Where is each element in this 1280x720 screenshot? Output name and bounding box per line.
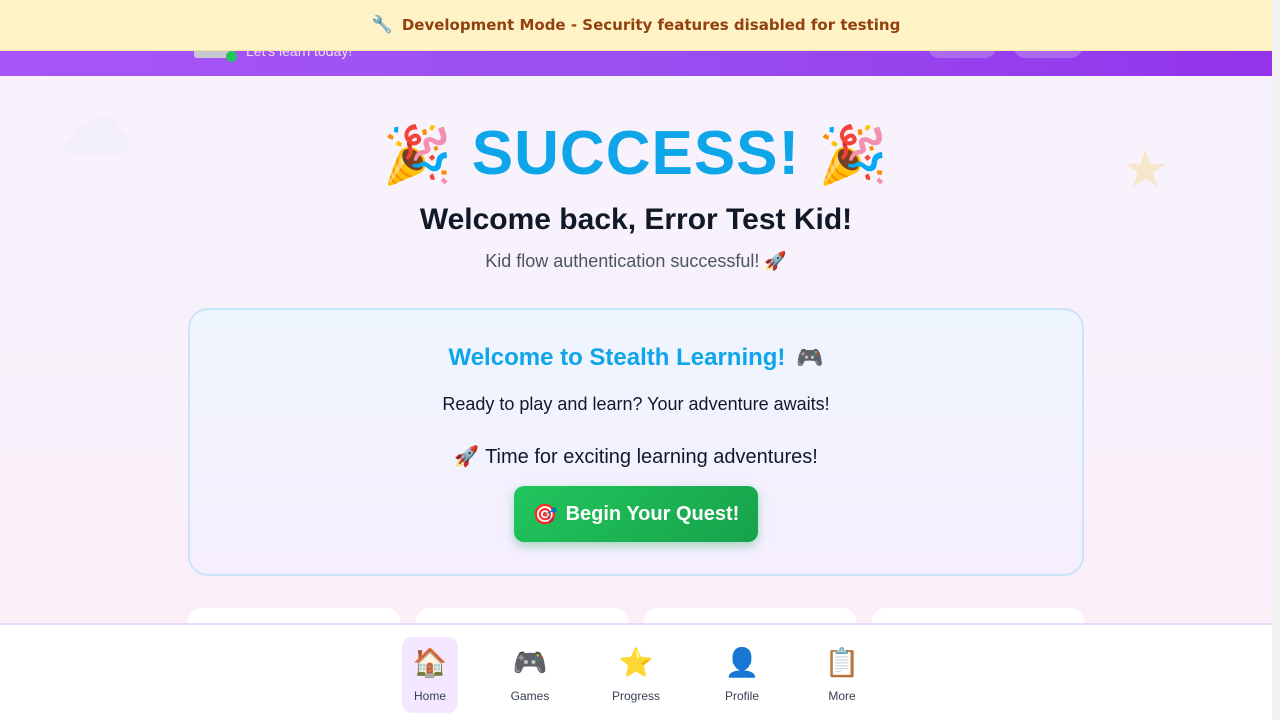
welcome-card: Welcome to Stealth Learning! 🎮 Ready to … bbox=[188, 308, 1084, 576]
nav-label-profile: Profile bbox=[724, 689, 759, 703]
rocket-icon: 🚀 bbox=[454, 444, 480, 468]
dev-mode-banner: 🔧 Development Mode - Security features d… bbox=[0, 0, 1272, 51]
card-title: Welcome to Stealth Learning! 🎮 bbox=[190, 344, 1082, 372]
dev-mode-text: Development Mode - Security features dis… bbox=[401, 16, 901, 34]
nav-item-more[interactable]: 📋 More bbox=[814, 637, 870, 713]
nav-label-more: More bbox=[828, 689, 856, 703]
party-popper-icon: 🎉 bbox=[818, 123, 890, 188]
auth-success-text: Kid flow authentication successful! 🚀 bbox=[485, 251, 787, 271]
gamepad-icon: 🎮 bbox=[796, 346, 824, 371]
welcome-heading: Welcome back, Error Test Kid! bbox=[419, 203, 853, 236]
nav-label-progress: Progress bbox=[611, 689, 661, 703]
online-status-dot bbox=[226, 51, 237, 62]
card-adventure-text: 🚀 Time for exciting learning adventures! bbox=[190, 444, 1082, 469]
success-title: 🎉 SUCCESS! 🎉 bbox=[0, 118, 1272, 189]
party-popper-icon: 🎉 bbox=[382, 123, 454, 188]
nav-item-progress[interactable]: ⭐ Progress bbox=[608, 637, 664, 713]
nav-item-profile[interactable]: 👤 Profile bbox=[714, 637, 770, 713]
nav-item-home[interactable]: 🏠 Home bbox=[402, 637, 458, 713]
star-icon: ⭐ bbox=[618, 646, 654, 679]
page-scrollbar[interactable] bbox=[1272, 0, 1280, 720]
begin-quest-label: Begin Your Quest! bbox=[565, 502, 740, 525]
wrench-icon: 🔧 bbox=[371, 15, 393, 35]
nav-item-games[interactable]: 🎮 Games bbox=[502, 637, 558, 713]
card-title-text: Welcome to Stealth Learning! bbox=[448, 344, 786, 371]
adventure-text: Time for exciting learning adventures! bbox=[485, 446, 818, 468]
clipboard-icon: 📋 bbox=[824, 646, 860, 679]
nav-label-home: Home bbox=[413, 689, 446, 703]
card-description: Ready to play and learn? Your adventure … bbox=[442, 394, 830, 414]
house-icon: 🏠 bbox=[412, 646, 448, 679]
target-icon: 🎯 bbox=[532, 502, 558, 526]
nav-label-games: Games bbox=[510, 689, 550, 703]
user-icon: 👤 bbox=[724, 646, 760, 679]
begin-quest-button[interactable]: 🎯 Begin Your Quest! bbox=[514, 486, 758, 542]
success-title-text: SUCCESS! bbox=[471, 119, 801, 188]
bottom-navigation: 🏠 Home 🎮 Games ⭐ Progress 👤 Profile 📋 Mo… bbox=[0, 623, 1272, 720]
gamepad-icon: 🎮 bbox=[512, 646, 548, 679]
